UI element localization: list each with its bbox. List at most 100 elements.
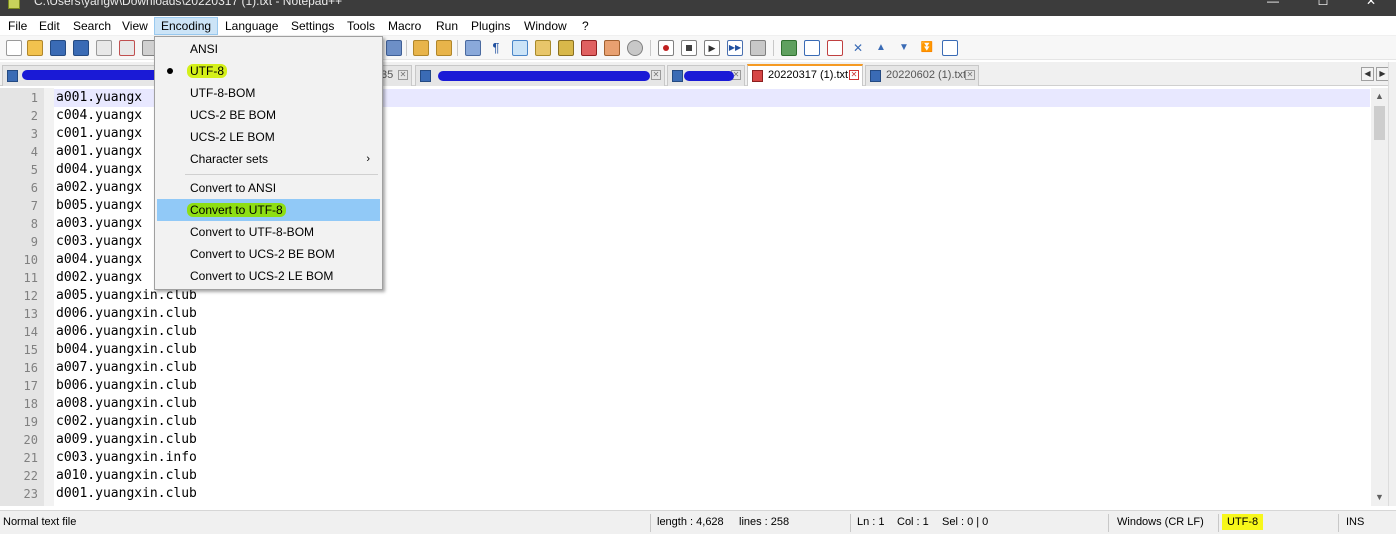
editor-line[interactable]: 14 a006.yuangxin.club (0, 323, 1370, 341)
menu-search[interactable]: Search (67, 17, 117, 35)
menu-run[interactable]: Run (430, 17, 464, 35)
line-text[interactable]: d006.yuangxin.club (56, 305, 197, 323)
zoom-out-icon[interactable] (436, 40, 452, 56)
open-file-icon[interactable] (27, 40, 43, 56)
monitoring-icon[interactable] (627, 40, 643, 56)
menu-help[interactable]: ? (576, 17, 595, 35)
tab-20220317[interactable]: 20220317 (1).txt ✕ (747, 64, 863, 86)
menu-item-ucs2-le-bom[interactable]: UCS-2 LE BOM (157, 126, 380, 148)
indent-guide-icon[interactable] (512, 40, 528, 56)
line-text[interactable]: c003.yuangxin.info (56, 449, 197, 467)
last-diff-icon[interactable]: ⏬ (919, 40, 935, 56)
save-macro-icon[interactable] (750, 40, 766, 56)
minimize-button[interactable]: — (1250, 0, 1296, 10)
tab-close-icon[interactable]: ✕ (651, 70, 661, 80)
menu-tools[interactable]: Tools (341, 17, 381, 35)
menu-item-convert-to-ansi[interactable]: Convert to ANSI (157, 177, 380, 199)
menu-item-convert-to-ucs2-be-bom[interactable]: Convert to UCS-2 BE BOM (157, 243, 380, 265)
replace-icon[interactable] (386, 40, 402, 56)
menu-item-convert-to-utf8[interactable]: Convert to UTF-8 (157, 199, 380, 221)
word-wrap-icon[interactable] (535, 40, 551, 56)
line-text[interactable]: a001.yuangx (56, 89, 142, 107)
editor-line[interactable]: 15 b004.yuangxin.club (0, 341, 1370, 359)
tab-close-icon[interactable]: ✕ (849, 70, 859, 80)
clear-compare-icon[interactable]: ✕ (850, 40, 866, 56)
compare-icon[interactable] (827, 40, 843, 56)
editor-line[interactable]: 20 a009.yuangxin.club (0, 431, 1370, 449)
maximize-button[interactable]: ☐ (1300, 0, 1346, 10)
next-diff-icon[interactable]: ▼ (896, 40, 912, 56)
tab-20220602[interactable]: 20220602 (1).txt ✕ (865, 65, 979, 86)
menu-macro[interactable]: Macro (382, 17, 427, 35)
line-text[interactable]: a007.yuangxin.club (56, 359, 197, 377)
line-text[interactable]: a006.yuangxin.club (56, 323, 197, 341)
new-file-icon[interactable] (6, 40, 22, 56)
tab-scroll-left-button[interactable]: ◀ (1361, 67, 1374, 81)
zoom-in-icon[interactable] (413, 40, 429, 56)
sync-scroll-icon[interactable] (465, 40, 481, 56)
line-text[interactable]: b004.yuangxin.club (56, 341, 197, 359)
menu-item-utf8[interactable]: UTF-8 (157, 60, 380, 82)
line-text[interactable]: d002.yuangx (56, 269, 142, 287)
show-all-characters-icon[interactable]: ¶ (488, 40, 504, 56)
line-text[interactable]: a004.yuangx (56, 251, 142, 269)
line-text[interactable]: b006.yuangxin.club (56, 377, 197, 395)
previous-diff-icon[interactable]: ▲ (873, 40, 889, 56)
menu-item-convert-to-ucs2-le-bom[interactable]: Convert to UCS-2 LE BOM (157, 265, 380, 287)
menu-item-ucs2-be-bom[interactable]: UCS-2 BE BOM (157, 104, 380, 126)
editor-line[interactable]: 18 a008.yuangxin.club (0, 395, 1370, 413)
list-view-icon[interactable] (804, 40, 820, 56)
play-macro-multiple-icon[interactable]: ▶▶ (727, 40, 743, 56)
insert-mode[interactable]: INS (1346, 516, 1364, 528)
editor-line[interactable]: 16 a007.yuangxin.club (0, 359, 1370, 377)
menu-encoding[interactable]: Encoding (154, 17, 219, 35)
stop-macro-icon[interactable] (681, 40, 697, 56)
vertical-scrollbar[interactable]: ▲ ▼ (1371, 88, 1388, 506)
line-text[interactable]: d004.yuangx (56, 161, 142, 179)
editor-line[interactable]: 21 c003.yuangxin.info (0, 449, 1370, 467)
line-text[interactable]: c003.yuangx (56, 233, 142, 251)
close-file-icon[interactable] (96, 40, 112, 56)
editor-line[interactable]: 22 a010.yuangxin.club (0, 467, 1370, 485)
close-window-button[interactable]: ✕ (1348, 0, 1394, 10)
editor-line[interactable]: 19 c002.yuangxin.club (0, 413, 1370, 431)
menu-window[interactable]: Window (518, 17, 573, 35)
eol-format[interactable]: Windows (CR LF) (1117, 516, 1204, 528)
document-map-icon[interactable] (558, 40, 574, 56)
line-text[interactable]: a010.yuangxin.club (56, 467, 197, 485)
play-macro-icon[interactable]: ▶ (704, 40, 720, 56)
line-text[interactable]: c001.yuangx (56, 125, 142, 143)
scroll-up-arrow[interactable]: ▲ (1371, 88, 1388, 105)
scrollbar-thumb[interactable] (1374, 106, 1385, 140)
editor-line[interactable]: 13 d006.yuangxin.club (0, 305, 1370, 323)
scroll-down-arrow[interactable]: ▼ (1371, 489, 1388, 506)
line-text[interactable]: b005.yuangx (56, 197, 142, 215)
save-icon[interactable] (50, 40, 66, 56)
folder-workspace-icon[interactable] (604, 40, 620, 56)
line-text[interactable]: c004.yuangx (56, 107, 142, 125)
menu-item-convert-to-utf8-bom[interactable]: Convert to UTF-8-BOM (157, 221, 380, 243)
menu-settings[interactable]: Settings (285, 17, 340, 35)
menu-item-ansi[interactable]: ANSI (157, 38, 380, 60)
launch-icon[interactable] (781, 40, 797, 56)
line-text[interactable]: d001.yuangxin.club (56, 485, 197, 503)
function-list-icon[interactable] (581, 40, 597, 56)
line-text[interactable]: a001.yuangx (56, 143, 142, 161)
line-text[interactable]: a003.yuangx (56, 215, 142, 233)
menu-plugins[interactable]: Plugins (465, 17, 516, 35)
line-text[interactable]: a002.yuangx (56, 179, 142, 197)
tab-close-icon[interactable]: ✕ (965, 70, 975, 80)
line-text[interactable]: c002.yuangxin.club (56, 413, 197, 431)
menu-view[interactable]: View (116, 17, 154, 35)
menu-file[interactable]: File (2, 17, 33, 35)
menu-item-character-sets[interactable]: Character sets › (157, 148, 380, 170)
save-all-icon[interactable] (73, 40, 89, 56)
record-macro-icon[interactable] (658, 40, 674, 56)
navigation-bar-icon[interactable] (942, 40, 958, 56)
tab-close-icon[interactable]: ✕ (398, 70, 408, 80)
menu-edit[interactable]: Edit (33, 17, 66, 35)
menu-language[interactable]: Language (219, 17, 284, 35)
close-all-icon[interactable] (119, 40, 135, 56)
line-text[interactable]: a009.yuangxin.club (56, 431, 197, 449)
encoding-indicator[interactable]: UTF-8 (1222, 514, 1264, 530)
